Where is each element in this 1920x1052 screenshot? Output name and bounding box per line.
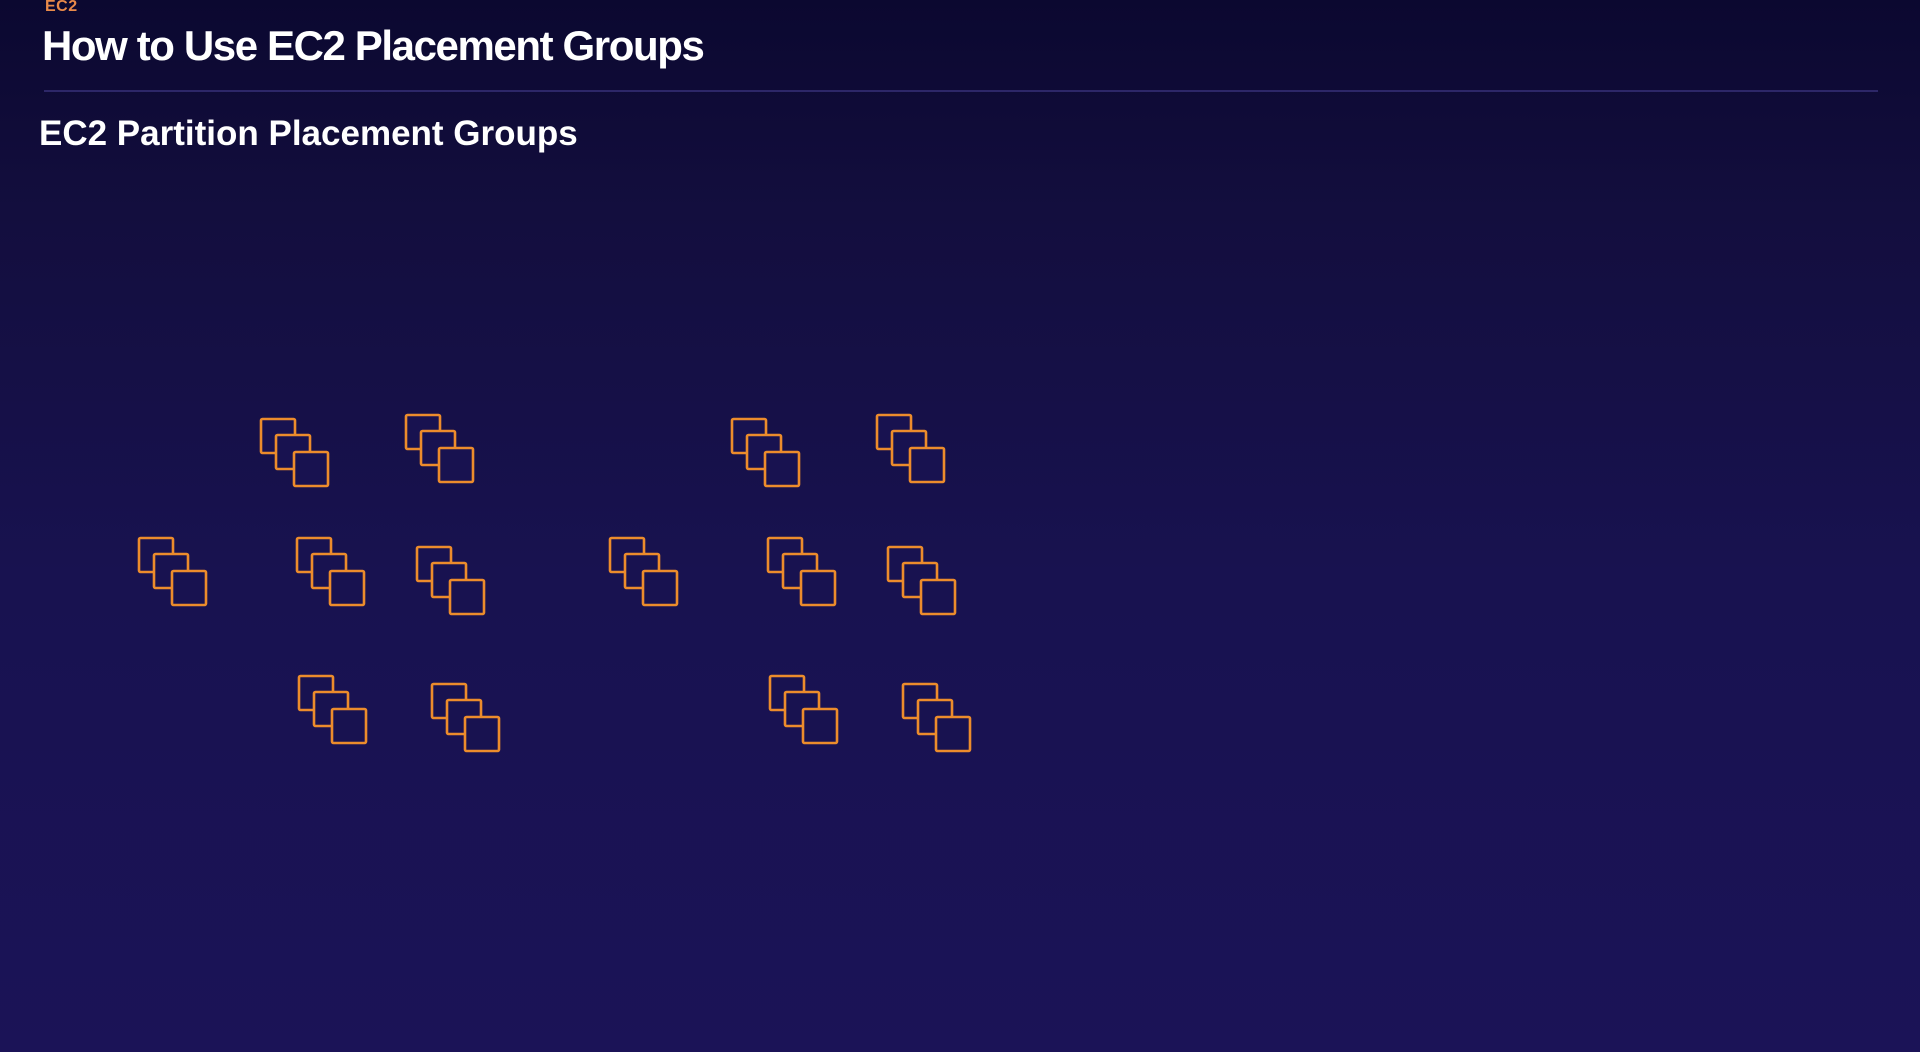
ec2-instances-icon xyxy=(901,682,972,753)
ec2-instances-icon xyxy=(259,417,330,488)
ec2-instances-icon xyxy=(404,413,475,484)
ec2-instances-icon xyxy=(137,536,208,607)
ec2-instances-icon xyxy=(297,674,368,745)
ec2-instances-icon xyxy=(768,674,839,745)
ec2-instances-icon xyxy=(875,413,946,484)
ec2-instances-icon xyxy=(886,545,957,616)
ec2-instances-icon xyxy=(766,536,837,607)
ec2-instances-icon xyxy=(415,545,486,616)
partition-placement-diagram xyxy=(137,413,972,753)
ec2-instances-icon xyxy=(608,536,679,607)
ec2-instances-icon xyxy=(730,417,801,488)
ec2-instances-icon xyxy=(295,536,366,607)
ec2-instances-icon xyxy=(430,682,501,753)
